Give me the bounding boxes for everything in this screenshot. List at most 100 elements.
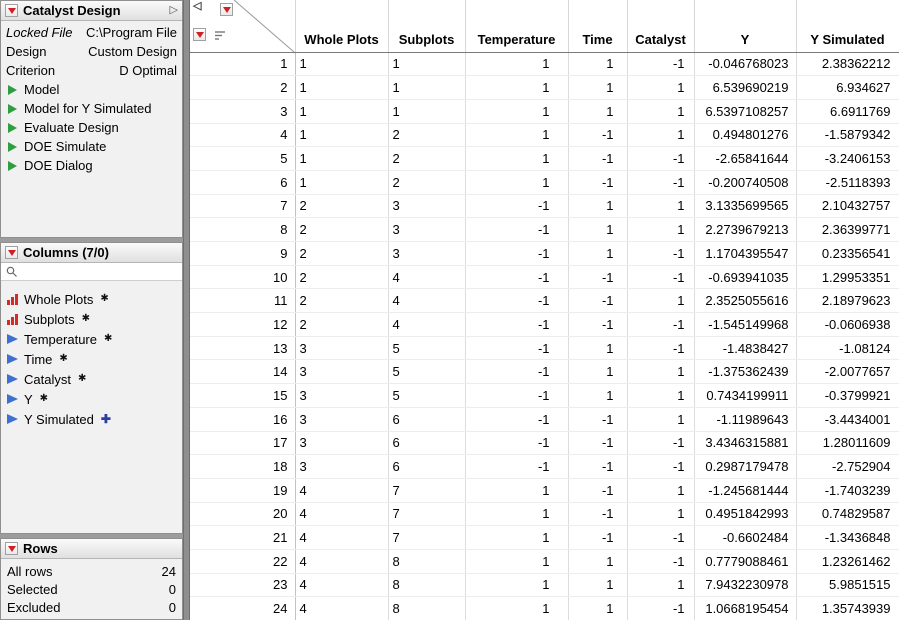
data-cell[interactable]: -1 xyxy=(627,313,694,337)
data-cell[interactable]: -1 xyxy=(627,52,694,76)
data-cell[interactable]: 4 xyxy=(295,573,388,597)
data-cell[interactable]: 1 xyxy=(465,52,568,76)
column-list-item[interactable]: Y Simulated✚ xyxy=(1,409,182,429)
data-cell[interactable]: -1 xyxy=(465,431,568,455)
data-cell[interactable]: -1 xyxy=(627,147,694,171)
data-cell[interactable]: 1 xyxy=(568,242,627,266)
rows-menu-icon[interactable] xyxy=(193,28,206,41)
data-cell[interactable]: 1 xyxy=(568,549,627,573)
data-cell[interactable]: 1 xyxy=(465,597,568,620)
data-cell[interactable]: 4 xyxy=(295,526,388,550)
data-cell[interactable]: 1 xyxy=(568,360,627,384)
data-cell[interactable]: 1 xyxy=(465,76,568,100)
column-header-y[interactable]: Y xyxy=(694,0,796,52)
data-cell[interactable]: 1 xyxy=(465,123,568,147)
data-cell[interactable]: 1 xyxy=(295,76,388,100)
data-cell[interactable]: -1.11989643 xyxy=(694,407,796,431)
data-cell[interactable]: 6 xyxy=(388,431,465,455)
data-cell[interactable]: 2.2739679213 xyxy=(694,218,796,242)
row-number-cell[interactable]: 11 xyxy=(190,289,295,313)
data-cell[interactable]: 2 xyxy=(295,218,388,242)
data-cell[interactable]: -1.7403239 xyxy=(796,478,899,502)
row-number-cell[interactable]: 3 xyxy=(190,99,295,123)
data-cell[interactable]: 7 xyxy=(388,478,465,502)
data-cell[interactable]: 2 xyxy=(295,289,388,313)
data-cell[interactable]: -1 xyxy=(568,407,627,431)
data-cell[interactable]: 2 xyxy=(295,194,388,218)
data-cell[interactable]: -1 xyxy=(627,336,694,360)
row-number-cell[interactable]: 19 xyxy=(190,478,295,502)
row-number-cell[interactable]: 10 xyxy=(190,265,295,289)
data-cell[interactable]: 1 xyxy=(295,99,388,123)
data-cell[interactable]: -1 xyxy=(627,455,694,479)
data-cell[interactable]: -1 xyxy=(568,147,627,171)
data-cell[interactable]: 1 xyxy=(388,52,465,76)
data-cell[interactable]: 1.28011609 xyxy=(796,431,899,455)
data-cell[interactable]: -1 xyxy=(627,242,694,266)
data-cell[interactable]: 3 xyxy=(295,455,388,479)
data-cell[interactable]: 1 xyxy=(465,549,568,573)
data-cell[interactable]: -1 xyxy=(568,478,627,502)
data-cell[interactable]: 1 xyxy=(295,170,388,194)
data-cell[interactable]: 1 xyxy=(465,170,568,194)
data-cell[interactable]: 1 xyxy=(568,573,627,597)
data-cell[interactable]: -1 xyxy=(627,526,694,550)
data-cell[interactable]: 1 xyxy=(465,147,568,171)
data-cell[interactable]: 0.494801276 xyxy=(694,123,796,147)
data-cell[interactable]: -1 xyxy=(465,336,568,360)
data-cell[interactable]: -2.5118393 xyxy=(796,170,899,194)
data-cell[interactable]: 0.23356541 xyxy=(796,242,899,266)
data-cell[interactable]: 1 xyxy=(568,384,627,408)
data-cell[interactable]: 7.9432230978 xyxy=(694,573,796,597)
data-cell[interactable]: 1 xyxy=(627,502,694,526)
data-cell[interactable]: 3.4346315881 xyxy=(694,431,796,455)
data-cell[interactable]: 8 xyxy=(388,549,465,573)
data-cell[interactable]: -1 xyxy=(568,265,627,289)
column-list-item[interactable]: Temperature✱ xyxy=(1,329,182,349)
row-number-cell[interactable]: 12 xyxy=(190,313,295,337)
data-cell[interactable]: -2.752904 xyxy=(796,455,899,479)
data-cell[interactable]: 1 xyxy=(295,123,388,147)
data-cell[interactable]: 7 xyxy=(388,502,465,526)
data-cell[interactable]: 2 xyxy=(388,170,465,194)
data-cell[interactable]: 3 xyxy=(295,360,388,384)
data-cell[interactable]: 2.10432757 xyxy=(796,194,899,218)
data-cell[interactable]: 1 xyxy=(388,99,465,123)
data-cell[interactable]: -1.545149968 xyxy=(694,313,796,337)
column-arrange-icon[interactable] xyxy=(214,29,226,44)
data-cell[interactable]: 6 xyxy=(388,455,465,479)
data-cell[interactable]: 1 xyxy=(627,407,694,431)
data-cell[interactable]: -1 xyxy=(627,431,694,455)
red-triangle-menu-icon[interactable] xyxy=(5,4,18,17)
column-header-time[interactable]: Time xyxy=(568,0,627,52)
data-cell[interactable]: -1 xyxy=(465,242,568,266)
data-cell[interactable]: -1 xyxy=(465,407,568,431)
row-number-cell[interactable]: 15 xyxy=(190,384,295,408)
row-number-cell[interactable]: 14 xyxy=(190,360,295,384)
data-cell[interactable]: -1 xyxy=(568,502,627,526)
data-cell[interactable]: -1 xyxy=(465,218,568,242)
script-item-doe-simulate[interactable]: DOE Simulate xyxy=(6,137,177,156)
row-number-cell[interactable]: 17 xyxy=(190,431,295,455)
data-cell[interactable]: -3.2406153 xyxy=(796,147,899,171)
data-cell[interactable]: 3 xyxy=(388,218,465,242)
data-cell[interactable]: 1.35743939 xyxy=(796,597,899,620)
data-cell[interactable]: 1 xyxy=(568,76,627,100)
row-number-cell[interactable]: 6 xyxy=(190,170,295,194)
data-cell[interactable]: 1 xyxy=(465,502,568,526)
data-cell[interactable]: 1 xyxy=(568,99,627,123)
data-cell[interactable]: 1 xyxy=(627,99,694,123)
data-cell[interactable]: -1.5879342 xyxy=(796,123,899,147)
row-number-cell[interactable]: 2 xyxy=(190,76,295,100)
data-cell[interactable]: 0.2987179478 xyxy=(694,455,796,479)
data-cell[interactable]: 4 xyxy=(388,313,465,337)
data-cell[interactable]: -1.245681444 xyxy=(694,478,796,502)
run-script-icon[interactable] xyxy=(8,85,17,95)
column-list-item[interactable]: Catalyst✱ xyxy=(1,369,182,389)
column-list-item[interactable]: Time✱ xyxy=(1,349,182,369)
data-cell[interactable]: 2.3525055616 xyxy=(694,289,796,313)
data-cell[interactable]: 1 xyxy=(627,573,694,597)
data-cell[interactable]: 2.36399771 xyxy=(796,218,899,242)
data-cell[interactable]: -1 xyxy=(568,526,627,550)
row-number-cell[interactable]: 16 xyxy=(190,407,295,431)
